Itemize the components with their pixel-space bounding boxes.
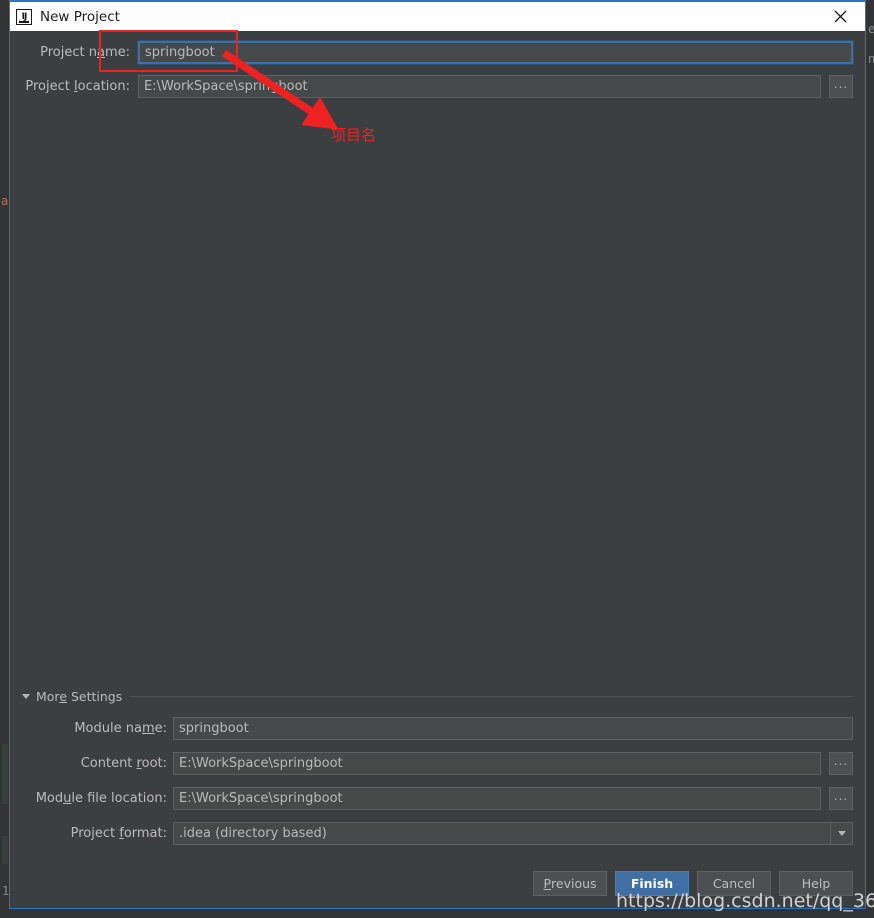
content-root-browse-button[interactable]: ... — [829, 752, 853, 775]
previous-button[interactable]: Previous — [533, 871, 607, 896]
dialog-footer: Previous Finish Cancel Help — [10, 857, 865, 908]
previous-button-label-mnemonic: P — [543, 876, 552, 891]
more-settings-label-mnemonic: e — [59, 688, 68, 704]
module-name-label-post: e: — [154, 721, 167, 736]
background-code-fragment-left: a — [1, 194, 9, 208]
more-settings-label-pre: Mor — [36, 688, 60, 704]
module-file-location-label-pre: Mod — [35, 791, 64, 806]
more-settings-label: More Settings — [36, 689, 122, 704]
project-format-selected-value: .idea (directory based) — [179, 826, 327, 841]
module-name-label: Module name: — [22, 721, 173, 736]
more-settings-section: More Settings Module name: springboot Co… — [10, 687, 865, 857]
module-name-input[interactable]: springboot — [173, 717, 853, 740]
module-name-label-pre: Module na — [74, 721, 142, 736]
background-fragment-right-top: e — [868, 22, 874, 36]
content-root-row: Content root: E:\WorkSpace\springboot ..… — [22, 752, 853, 775]
project-location-row: Project location: E:\WorkSpace\springboo… — [22, 75, 853, 98]
project-location-label-pre: Project — [25, 79, 75, 94]
project-name-input[interactable]: springboot — [137, 40, 854, 65]
more-settings-label-post: Settings — [67, 688, 123, 704]
dialog-title-bar: IJ New Project — [10, 0, 865, 31]
project-format-label-pre: Project — [70, 826, 120, 841]
chevron-down-icon[interactable] — [830, 823, 852, 844]
project-format-row: Project format: .idea (directory based) — [22, 822, 853, 845]
close-icon[interactable] — [823, 2, 857, 31]
background-fragment-right-mid: n — [868, 52, 874, 66]
section-divider — [130, 695, 853, 697]
content-root-label: Content root: — [22, 756, 173, 771]
module-file-location-browse-button[interactable]: ... — [829, 787, 853, 810]
project-location-browse-button[interactable]: ... — [829, 75, 853, 98]
new-project-dialog: IJ New Project Project name: springboot … — [9, 0, 866, 909]
project-location-input[interactable]: E:\WorkSpace\springboot — [138, 75, 821, 98]
content-root-input[interactable]: E:\WorkSpace\springboot — [173, 752, 821, 775]
dialog-title: New Project — [40, 8, 120, 25]
more-settings-toggle[interactable]: More Settings — [22, 687, 853, 705]
help-button[interactable]: Help — [779, 871, 853, 896]
content-root-label-post: oot: — [141, 756, 167, 771]
project-name-label-mnemonic: a — [96, 45, 105, 60]
module-file-location-input[interactable]: E:\WorkSpace\springboot — [173, 787, 821, 810]
dialog-empty-area — [10, 109, 865, 687]
module-file-location-label: Module file location: — [22, 791, 173, 806]
background-strip-1 — [2, 744, 8, 804]
finish-button[interactable]: Finish — [615, 871, 689, 896]
module-name-label-mnemonic: m — [141, 721, 155, 736]
module-name-row: Module name: springboot — [22, 717, 853, 740]
dialog-body: Project name: springboot Project locatio… — [10, 31, 865, 908]
module-file-location-label-post: le file location: — [71, 791, 167, 806]
project-location-label: Project location: — [22, 79, 138, 94]
project-settings-form: Project name: springboot Project locatio… — [10, 31, 865, 109]
project-format-label: Project format: — [22, 826, 173, 841]
intellij-idea-icon: IJ — [16, 8, 32, 25]
triangle-down-icon — [22, 693, 30, 699]
project-name-label: Project name: — [22, 45, 138, 60]
content-root-label-pre: Content — [80, 756, 137, 771]
module-file-location-row: Module file location: E:\WorkSpace\sprin… — [22, 787, 853, 810]
background-strip-2 — [2, 836, 8, 864]
previous-button-label-post: revious — [551, 876, 597, 891]
project-name-label-pre: Project n — [40, 45, 97, 60]
project-format-label-post: ormat: — [123, 826, 167, 841]
project-name-label-post: me: — [104, 45, 130, 60]
project-format-select[interactable]: .idea (directory based) — [173, 822, 853, 845]
project-location-label-post: ocation: — [77, 79, 130, 94]
project-name-row: Project name: springboot — [22, 40, 854, 65]
cancel-button[interactable]: Cancel — [697, 871, 771, 896]
